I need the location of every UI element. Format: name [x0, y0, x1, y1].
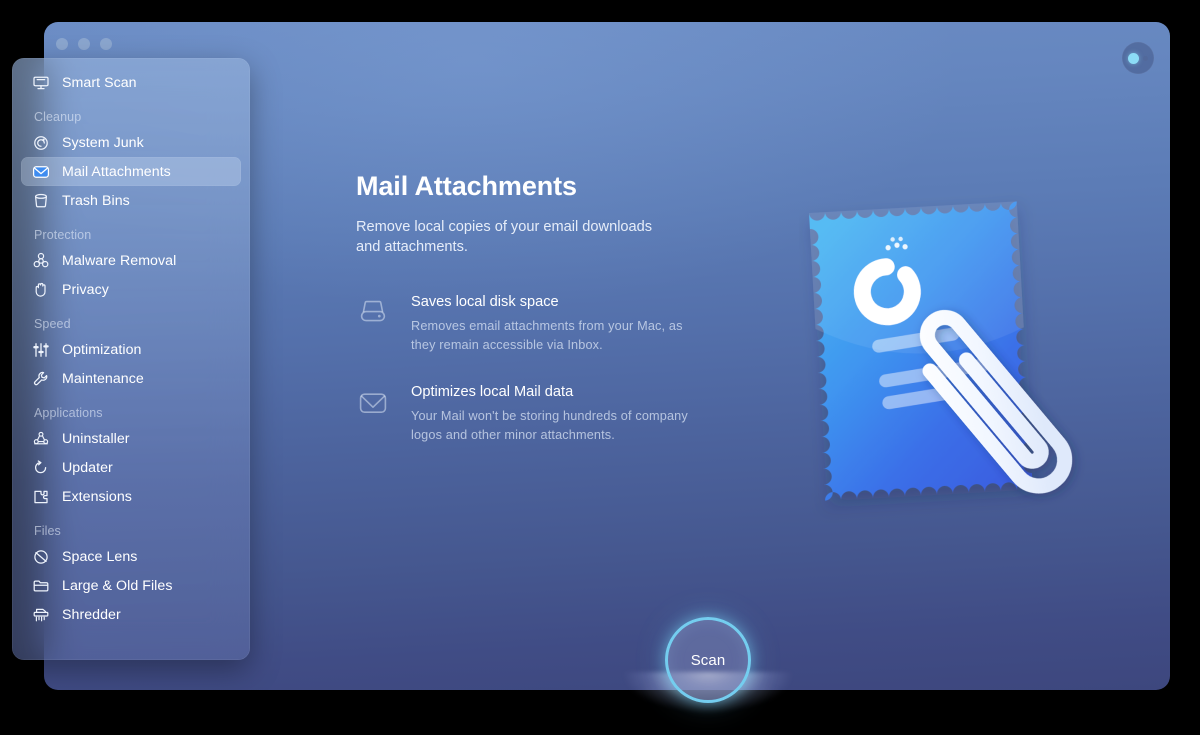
main-content: Mail Attachments Remove local copies of … [356, 171, 1130, 473]
feature-title: Saves local disk space [411, 294, 559, 311]
biohazard-icon [31, 251, 51, 271]
sidebar-item-label: Malware Removal [62, 252, 177, 269]
sidebar-item-system-junk[interactable]: System Junk [21, 128, 241, 157]
zoom-button[interactable] [100, 38, 112, 50]
sidebar-item-label: Extensions [62, 488, 132, 505]
screenshot-root: Mail Attachments Remove local copies of … [0, 0, 1200, 735]
sidebar-item-label: Trash Bins [62, 192, 130, 209]
feature-title: Optimizes local Mail data [411, 383, 574, 400]
sliders-icon [31, 340, 51, 360]
planet-icon [31, 547, 51, 567]
sidebar-item-label: Mail Attachments [62, 163, 171, 180]
sidebar-item-space-lens[interactable]: Space Lens [21, 542, 241, 571]
assistant-active-dot [1128, 52, 1139, 64]
sidebar-item-smart-scan[interactable]: Smart Scan [21, 68, 241, 97]
sidebar-section-protection: Protection [34, 228, 92, 242]
snail-icon [31, 133, 51, 153]
refresh-arrow-icon [31, 458, 51, 478]
feature-list: Saves local disk space Removes email att… [356, 294, 1130, 444]
molecule-icon [31, 429, 51, 449]
sidebar-item-label: Large & Old Files [62, 577, 173, 594]
sidebar: Smart Scan Cleanup System Junk Mail Atta… [12, 58, 250, 660]
feature-description: Your Mail won't be storing hundreds of c… [411, 408, 688, 442]
sidebar-item-malware-removal[interactable]: Malware Removal [21, 246, 241, 275]
sidebar-section-applications: Applications [34, 406, 103, 420]
trash-bin-icon [31, 191, 51, 211]
feature-item: Optimizes local Mail data Your Mail won'… [356, 384, 1130, 445]
sidebar-section-files: Files [34, 524, 61, 538]
sidebar-item-extensions[interactable]: Extensions [21, 482, 241, 511]
envelope-icon [356, 384, 390, 445]
sidebar-item-label: Maintenance [62, 370, 144, 387]
sidebar-item-mail-attachments[interactable]: Mail Attachments [21, 157, 241, 186]
sidebar-item-trash-bins[interactable]: Trash Bins [21, 186, 241, 215]
sidebar-item-shredder[interactable]: Shredder [21, 600, 241, 629]
sidebar-item-label: Updater [62, 459, 113, 476]
sidebar-section-cleanup: Cleanup [34, 110, 82, 124]
scan-button[interactable]: Scan [665, 617, 751, 703]
monitor-icon [31, 73, 51, 93]
sidebar-item-label: System Junk [62, 134, 144, 151]
minimize-button[interactable] [78, 38, 90, 50]
assistant-indicator-button[interactable] [1122, 42, 1154, 74]
envelope-icon [31, 162, 51, 182]
sidebar-item-privacy[interactable]: Privacy [21, 275, 241, 304]
sidebar-item-optimization[interactable]: Optimization [21, 335, 241, 364]
sidebar-item-maintenance[interactable]: Maintenance [21, 364, 241, 393]
assistant-secondary-dot [1143, 55, 1148, 61]
feature-description: Removes email attachments from your Mac,… [411, 319, 683, 352]
feature-text: Saves local disk space Removes email att… [411, 294, 703, 355]
hard-drive-icon [356, 294, 390, 355]
sidebar-item-updater[interactable]: Updater [21, 453, 241, 482]
sidebar-item-label: Privacy [62, 281, 109, 298]
sidebar-item-uninstaller[interactable]: Uninstaller [21, 424, 241, 453]
sidebar-section-speed: Speed [34, 317, 71, 331]
page-description: Remove local copies of your email downlo… [356, 218, 653, 256]
window-controls[interactable] [56, 38, 112, 50]
shredder-icon [31, 605, 51, 625]
puzzle-piece-icon [31, 487, 51, 507]
feature-item: Saves local disk space Removes email att… [356, 294, 1130, 355]
sidebar-item-label: Smart Scan [62, 74, 137, 91]
feature-text: Optimizes local Mail data Your Mail won'… [411, 384, 703, 445]
wrench-icon [31, 369, 51, 389]
folder-icon [31, 576, 51, 596]
scan-button-label: Scan [690, 651, 726, 669]
sidebar-item-label: Uninstaller [62, 430, 130, 447]
sidebar-item-label: Space Lens [62, 548, 138, 565]
sidebar-item-large-and-old-files[interactable]: Large & Old Files [21, 571, 241, 600]
page-title: Mail Attachments [356, 171, 577, 201]
hand-icon [31, 280, 51, 300]
sidebar-item-label: Optimization [62, 341, 142, 358]
sidebar-item-label: Shredder [62, 606, 121, 623]
close-button[interactable] [56, 38, 68, 50]
